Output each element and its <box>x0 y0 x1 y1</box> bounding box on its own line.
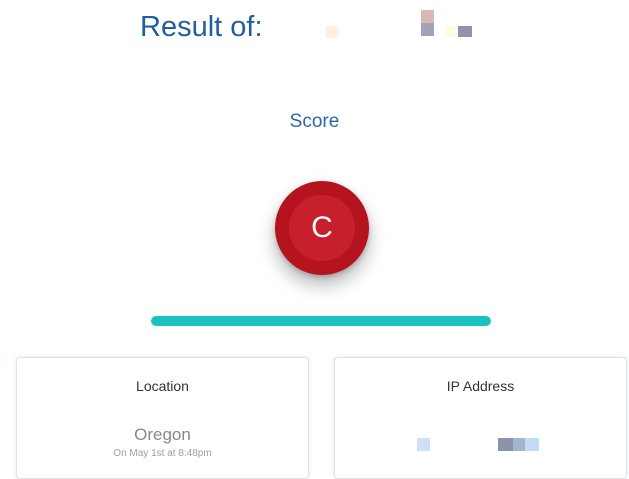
redacted-block <box>525 438 539 451</box>
score-label: Score <box>289 111 340 132</box>
redacted-block <box>446 26 457 37</box>
redacted-block <box>421 23 434 36</box>
page-title: Result of: <box>140 11 263 43</box>
redacted-block <box>326 26 338 38</box>
redacted-block <box>498 438 513 451</box>
redacted-block <box>458 26 472 37</box>
location-value: Oregon <box>134 425 191 444</box>
ip-address-card: IP Address <box>334 357 627 479</box>
location-card: Location Oregon On May 1st at 8:48pm <box>16 357 309 479</box>
location-heading: Location <box>136 378 189 394</box>
location-timestamp: On May 1st at 8:48pm <box>113 448 212 459</box>
score-progress-fill <box>151 316 491 326</box>
grade-badge: C <box>275 181 369 275</box>
redacted-block <box>513 438 525 451</box>
ip-address-heading: IP Address <box>446 378 515 394</box>
score-progress-bar <box>151 316 491 326</box>
redacted-block <box>417 438 430 451</box>
grade-letter: C <box>311 211 333 244</box>
result-header: Result of: <box>140 8 500 48</box>
redacted-block <box>421 10 434 23</box>
